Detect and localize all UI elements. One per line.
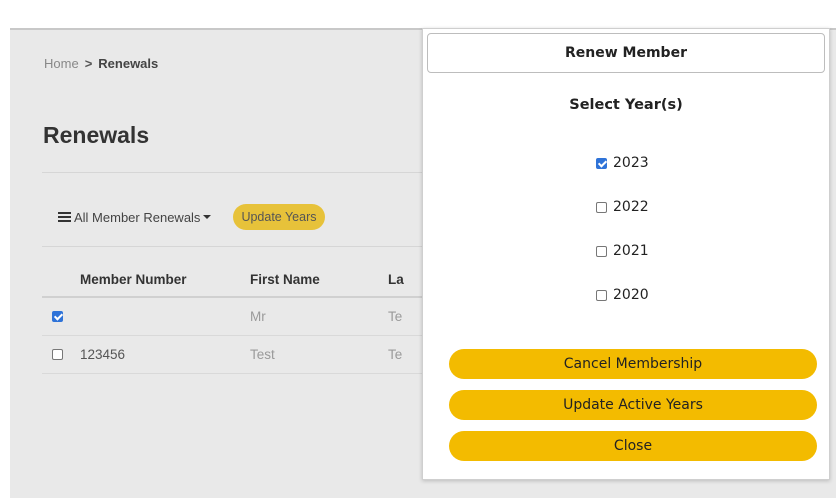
breadcrumb-separator: > xyxy=(84,56,93,71)
toolbar: All Member Renewals Update Years xyxy=(58,204,325,230)
year-option-2023[interactable]: 2023 xyxy=(596,141,649,185)
year-checkbox[interactable] xyxy=(596,289,607,301)
first-name-cell: Mr xyxy=(250,309,266,324)
year-checkbox[interactable] xyxy=(596,157,607,169)
table-row[interactable]: Mr Te xyxy=(42,298,432,336)
modal-title: Renew Member xyxy=(427,33,825,73)
row-select-checkbox[interactable] xyxy=(52,311,63,322)
year-option-2020[interactable]: 2020 xyxy=(596,273,649,317)
select-years-heading: Select Year(s) xyxy=(569,97,683,113)
page-title: Renewals xyxy=(43,122,150,148)
caret-down-icon xyxy=(203,215,212,219)
dropdown-label: All Member Renewals xyxy=(74,209,201,225)
year-label: 2020 xyxy=(613,287,649,303)
divider xyxy=(42,172,432,173)
list-icon xyxy=(58,211,71,223)
column-header-member-number[interactable]: Member Number xyxy=(80,272,250,287)
renew-member-modal: Renew Member Select Year(s) 2023 2022 20… xyxy=(422,28,830,480)
update-active-years-button[interactable]: Update Active Years xyxy=(449,390,817,420)
table-header: Member Number First Name La xyxy=(42,262,432,298)
divider xyxy=(42,246,432,247)
year-label: 2023 xyxy=(613,155,649,171)
year-checkbox[interactable] xyxy=(596,245,607,257)
row-select-checkbox[interactable] xyxy=(52,349,63,360)
cancel-membership-button[interactable]: Cancel Membership xyxy=(449,349,817,379)
renewals-table: Member Number First Name La Mr Te 123456… xyxy=(42,262,432,374)
update-years-button[interactable]: Update Years xyxy=(233,204,325,230)
year-checkbox[interactable] xyxy=(596,201,607,213)
breadcrumb-home-link[interactable]: Home xyxy=(44,56,79,71)
year-label: 2022 xyxy=(613,199,649,215)
year-option-2021[interactable]: 2021 xyxy=(596,229,649,273)
column-header-first-name[interactable]: First Name xyxy=(250,272,388,287)
breadcrumb-current: Renewals xyxy=(98,56,159,71)
year-option-2022[interactable]: 2022 xyxy=(596,185,649,229)
close-button[interactable]: Close xyxy=(449,431,817,461)
first-name-cell: Test xyxy=(250,347,275,362)
year-label: 2021 xyxy=(613,243,649,259)
member-number-cell: 123456 xyxy=(80,347,126,362)
renewals-filter-dropdown[interactable]: All Member Renewals xyxy=(58,209,212,225)
year-checkbox-list: 2023 2022 2021 2020 xyxy=(596,141,649,317)
breadcrumb: Home > Renewals xyxy=(44,56,158,71)
table-row[interactable]: 123456 Test Te xyxy=(42,336,432,374)
